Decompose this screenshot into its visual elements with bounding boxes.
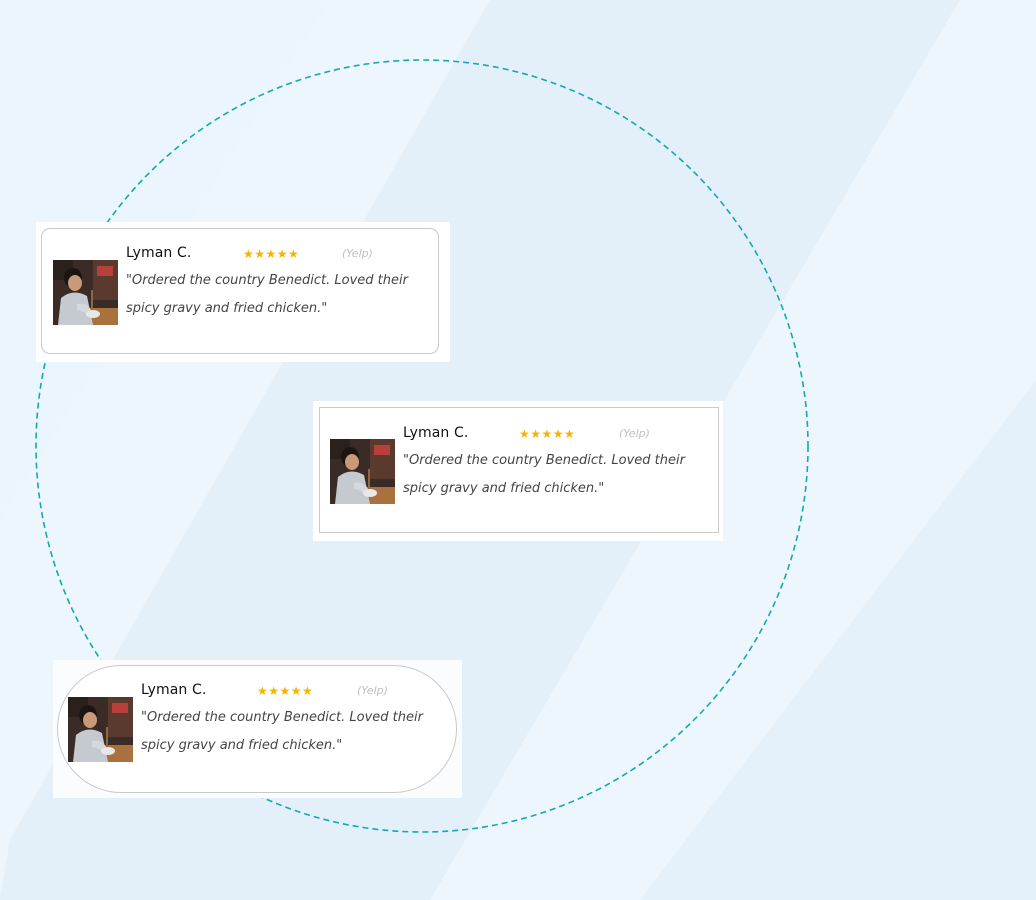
review-quote: "Ordered the country Benedict. Loved the… — [141, 710, 423, 753]
review-quote: "Ordered the country Benedict. Loved the… — [403, 453, 685, 496]
reviewer-name: Lyman C. — [403, 425, 469, 441]
star-rating: ★★★★★ — [257, 684, 314, 698]
avatar — [53, 260, 118, 325]
star-rating: ★★★★★ — [243, 247, 300, 261]
star-rating: ★★★★★ — [519, 427, 576, 441]
review-card: Lyman C. ★★★★★ (Yelp) "Ordered the count… — [319, 407, 719, 533]
man-eating-photo-icon — [53, 260, 118, 325]
review-card-3-container: Lyman C. ★★★★★ (Yelp) "Ordered the count… — [53, 660, 462, 798]
review-quote: "Ordered the country Benedict. Loved the… — [126, 273, 408, 316]
review-card-1-container: Lyman C. ★★★★★ (Yelp) "Ordered the count… — [36, 222, 450, 362]
review-source: (Yelp) — [619, 427, 650, 440]
reviewer-name: Lyman C. — [141, 682, 207, 698]
review-card: Lyman C. ★★★★★ (Yelp) "Ordered the count… — [41, 228, 439, 354]
avatar — [68, 697, 133, 762]
man-eating-photo-icon — [330, 439, 395, 504]
review-card-2-container: Lyman C. ★★★★★ (Yelp) "Ordered the count… — [313, 401, 723, 541]
review-card: Lyman C. ★★★★★ (Yelp) "Ordered the count… — [57, 665, 457, 793]
reviewer-name: Lyman C. — [126, 245, 192, 261]
man-eating-photo-icon — [68, 697, 133, 762]
review-source: (Yelp) — [357, 684, 388, 697]
avatar — [330, 439, 395, 504]
review-source: (Yelp) — [342, 247, 373, 260]
